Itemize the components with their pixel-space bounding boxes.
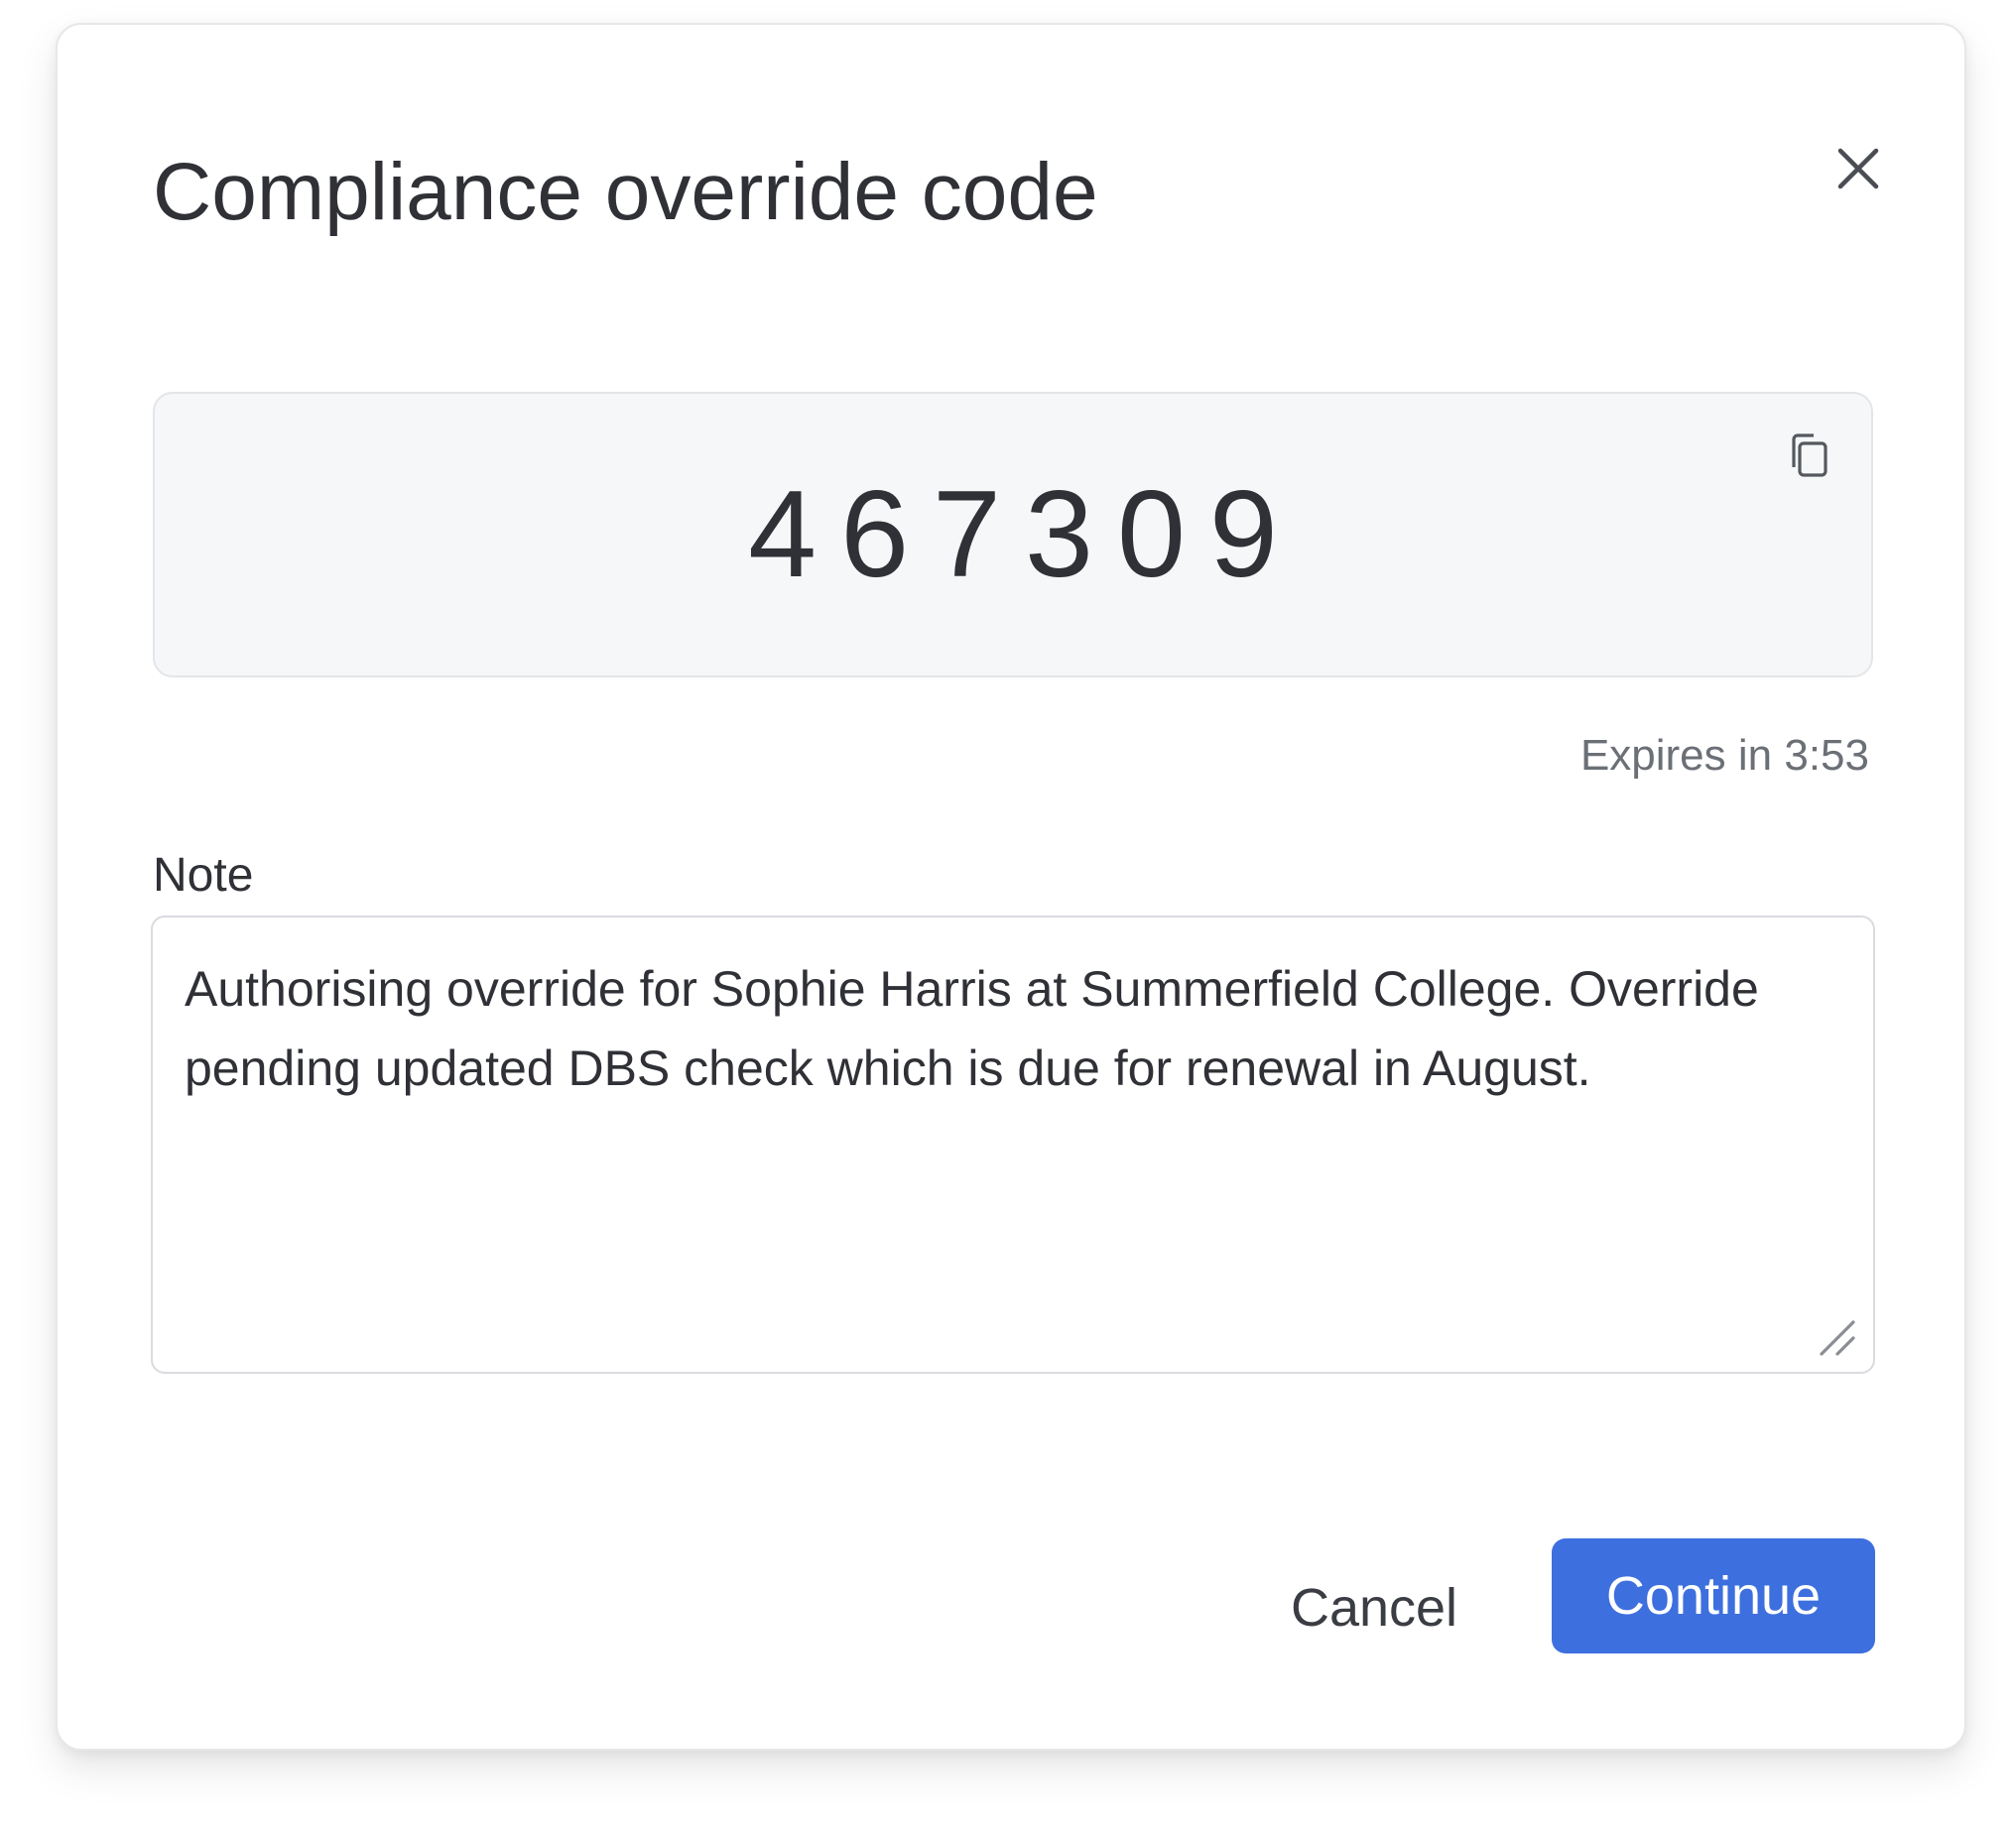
close-button[interactable] bbox=[1824, 134, 1893, 203]
dialog-title: Compliance override code bbox=[153, 147, 1098, 237]
cancel-button[interactable]: Cancel bbox=[1270, 1550, 1478, 1665]
code-display: 467309 bbox=[153, 392, 1873, 677]
continue-button[interactable]: Continue bbox=[1552, 1538, 1875, 1653]
copy-button[interactable] bbox=[1780, 428, 1835, 483]
override-dialog: Compliance override code 467309 Expires … bbox=[56, 23, 1966, 1751]
note-textarea[interactable]: Authorising override for Sophie Harris a… bbox=[151, 916, 1875, 1374]
copy-icon bbox=[1792, 433, 1827, 477]
override-code: 467309 bbox=[748, 466, 1302, 603]
expiry-countdown: Expires in 3:53 bbox=[1579, 731, 1869, 780]
resize-handle-icon[interactable] bbox=[1814, 1314, 1857, 1358]
close-icon bbox=[1837, 148, 1879, 189]
note-label: Note bbox=[153, 849, 254, 902]
